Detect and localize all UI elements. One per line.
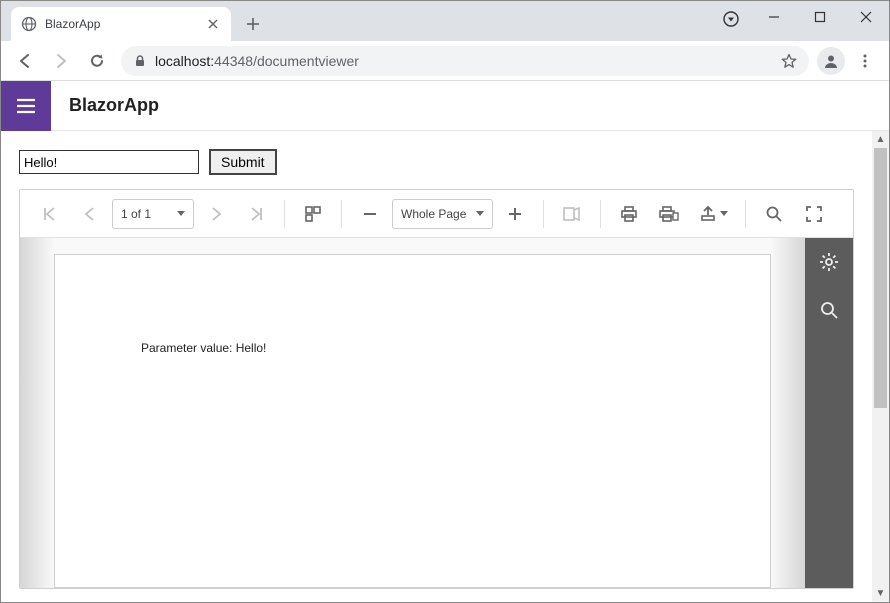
multipage-toggle-button[interactable] bbox=[295, 196, 331, 232]
chevron-down-icon bbox=[476, 211, 484, 216]
chevron-down-icon bbox=[720, 211, 728, 216]
scrollbar-track[interactable] bbox=[872, 148, 889, 585]
url-text: localhost:44348/documentviewer bbox=[155, 53, 359, 69]
window-controls bbox=[751, 1, 889, 33]
url-bar[interactable]: localhost:44348/documentviewer bbox=[121, 46, 809, 76]
toolbar-separator bbox=[341, 200, 342, 228]
toolbar-separator bbox=[543, 200, 544, 228]
page-selector[interactable]: 1 of 1 bbox=[112, 199, 194, 229]
account-indicator-icon[interactable] bbox=[723, 11, 739, 27]
app-header: BlazorApp bbox=[1, 81, 889, 131]
app-title: BlazorApp bbox=[51, 95, 159, 116]
minimize-button[interactable] bbox=[751, 1, 797, 33]
document-page[interactable]: Parameter value: Hello! bbox=[54, 254, 771, 588]
browser-chrome: BlazorApp localhost:44348/documentviewer bbox=[1, 1, 889, 81]
new-tab-button[interactable] bbox=[239, 10, 267, 38]
document-text: Parameter value: Hello! bbox=[141, 341, 266, 355]
tab-title: BlazorApp bbox=[45, 17, 205, 31]
last-page-button[interactable] bbox=[238, 196, 274, 232]
vertical-scrollbar[interactable]: ▲ ▼ bbox=[872, 131, 889, 602]
first-page-button[interactable] bbox=[32, 196, 68, 232]
reload-button[interactable] bbox=[81, 45, 113, 77]
zoom-selector[interactable]: Whole Page bbox=[392, 199, 493, 229]
prev-page-button[interactable] bbox=[72, 196, 108, 232]
page-shadow bbox=[771, 238, 805, 588]
submit-button[interactable]: Submit bbox=[209, 149, 277, 175]
page-shadow bbox=[20, 238, 54, 588]
profile-avatar[interactable] bbox=[817, 47, 845, 75]
bookmark-icon[interactable] bbox=[781, 53, 797, 69]
settings-button[interactable] bbox=[805, 238, 853, 286]
viewer-toolbar: 1 of 1 Whole Page bbox=[20, 190, 853, 238]
toolbar-separator bbox=[600, 200, 601, 228]
tab-bar: BlazorApp bbox=[1, 1, 889, 41]
zoom-out-button[interactable] bbox=[352, 196, 388, 232]
address-bar: localhost:44348/documentviewer bbox=[1, 41, 889, 81]
back-button[interactable] bbox=[9, 45, 41, 77]
page-content: Submit 1 of 1 Whole Page bbox=[1, 131, 889, 602]
close-icon[interactable] bbox=[205, 16, 221, 32]
forward-button[interactable] bbox=[45, 45, 77, 77]
page-selector-label: 1 of 1 bbox=[121, 207, 151, 221]
maximize-button[interactable] bbox=[797, 1, 843, 33]
globe-icon bbox=[21, 16, 37, 32]
search-panel-button[interactable] bbox=[805, 286, 853, 334]
close-window-button[interactable] bbox=[843, 1, 889, 33]
toolbar-separator bbox=[284, 200, 285, 228]
next-page-button[interactable] bbox=[198, 196, 234, 232]
fullscreen-button[interactable] bbox=[796, 196, 832, 232]
scroll-up-icon[interactable]: ▲ bbox=[872, 131, 889, 148]
lock-icon bbox=[133, 54, 147, 68]
parameter-input[interactable] bbox=[19, 150, 199, 174]
browser-tab[interactable]: BlazorApp bbox=[11, 7, 231, 41]
search-button[interactable] bbox=[756, 196, 792, 232]
parameter-form: Submit bbox=[19, 149, 854, 175]
hamburger-menu-button[interactable] bbox=[1, 81, 51, 131]
menu-button[interactable] bbox=[849, 45, 881, 77]
zoom-in-button[interactable] bbox=[497, 196, 533, 232]
export-button[interactable] bbox=[691, 196, 735, 232]
print-page-button[interactable] bbox=[651, 196, 687, 232]
chevron-down-icon bbox=[177, 211, 185, 216]
viewer-side-panel bbox=[805, 238, 853, 588]
highlight-fields-button[interactable] bbox=[554, 196, 590, 232]
zoom-selector-label: Whole Page bbox=[401, 207, 466, 221]
document-viewer: 1 of 1 Whole Page Parameter value: Hello… bbox=[19, 189, 854, 589]
scroll-down-icon[interactable]: ▼ bbox=[872, 585, 889, 602]
viewer-body: Parameter value: Hello! bbox=[20, 238, 805, 588]
print-button[interactable] bbox=[611, 196, 647, 232]
scrollbar-thumb[interactable] bbox=[874, 148, 887, 408]
toolbar-separator bbox=[745, 200, 746, 228]
